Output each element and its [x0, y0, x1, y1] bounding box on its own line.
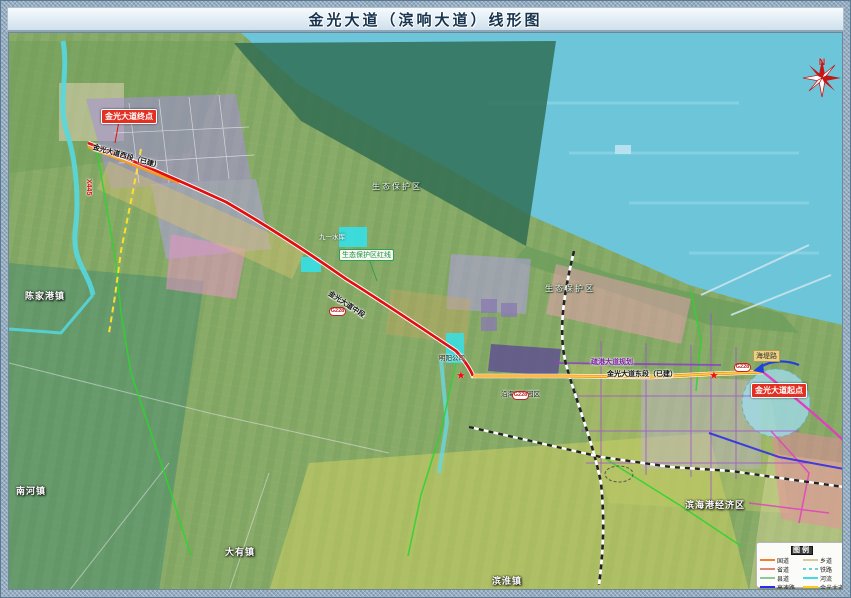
company-label: 明阳公司 — [439, 352, 465, 362]
legend-label: 金光大道 — [820, 583, 843, 591]
legend-label: 高速路 — [777, 583, 795, 591]
road-shield: G228 — [329, 307, 346, 316]
legend-item: 乡道 — [803, 556, 843, 564]
legend-item: 高速路 — [760, 583, 799, 590]
legend-label: 河流 — [820, 574, 832, 583]
eco-area-label: 生态保护区 — [545, 283, 595, 294]
eco-redline-label: 生态保护区红线 — [339, 249, 394, 261]
key-node-star: ★ — [709, 371, 719, 381]
road-startpoint-label: 金光大道起点 — [751, 383, 807, 398]
compass-icon — [801, 57, 843, 99]
town-label: 南河镇 — [16, 484, 46, 497]
legend-item: 省道 — [760, 565, 799, 573]
eco-area-label: 生态保护区 — [372, 181, 422, 192]
legend: 图例 国道 乡道省道 铁路县道 河流高速路 金光大道 — [756, 542, 843, 588]
legend-label: 县道 — [777, 574, 789, 583]
legend-label: 国道 — [777, 556, 789, 565]
legend-swatch-icon — [803, 559, 818, 561]
legend-label: 乡道 — [820, 556, 832, 565]
legend-item: 河流 — [803, 574, 843, 582]
legend-item: 铁路 — [803, 565, 843, 573]
map-canvas[interactable]: N 金光大道终点金光大道起点 生态保护区红线海堤路 陈家港镇南河镇大有镇滨淮镇 滨海港… — [8, 32, 843, 590]
compass-rose: N — [801, 57, 843, 109]
county-road-number: X445 — [85, 179, 92, 195]
page-title: 金光大道（滨响大道）线形图 — [308, 9, 542, 30]
legend-label: 铁路 — [820, 565, 832, 574]
town-label: 大有镇 — [225, 545, 255, 558]
reservoir-label: 九一水库 — [319, 231, 345, 241]
road-shield: G228 — [734, 363, 751, 372]
legend-item: 国道 — [760, 556, 799, 564]
legend-swatch-icon — [760, 586, 775, 588]
legend-title: 图例 — [760, 545, 843, 555]
legend-swatch-icon — [760, 568, 775, 570]
town-label: 滨淮镇 — [492, 574, 522, 587]
legend-swatch-icon — [803, 577, 818, 579]
legend-swatch-icon — [803, 568, 818, 570]
map-sheet-frame: 金光大道（滨响大道）线形图 — [0, 0, 851, 598]
legend-swatch-icon — [760, 559, 775, 561]
legend-item: 金光大道 — [803, 583, 843, 590]
planned-road-label: 疏港大道规划 — [591, 357, 633, 367]
legend-swatch-icon — [803, 586, 818, 588]
legend-items: 国道 乡道省道 铁路县道 河流高速路 金光大道 — [760, 556, 843, 590]
legend-swatch-icon — [760, 577, 775, 579]
district-label: 滨海港经济区 — [685, 498, 745, 511]
seawall-road-label: 海堤路 — [753, 350, 780, 362]
road-section-label: 金光大道东段（已建） — [607, 369, 677, 379]
road-shield: G228 — [512, 391, 529, 400]
legend-item: 县道 — [760, 574, 799, 582]
title-bar: 金光大道（滨响大道）线形图 — [7, 7, 844, 32]
legend-label: 省道 — [777, 565, 789, 574]
town-label: 陈家港镇 — [25, 289, 65, 302]
key-node-star: ★ — [456, 371, 466, 381]
road-endpoint-label: 金光大道终点 — [101, 109, 157, 124]
